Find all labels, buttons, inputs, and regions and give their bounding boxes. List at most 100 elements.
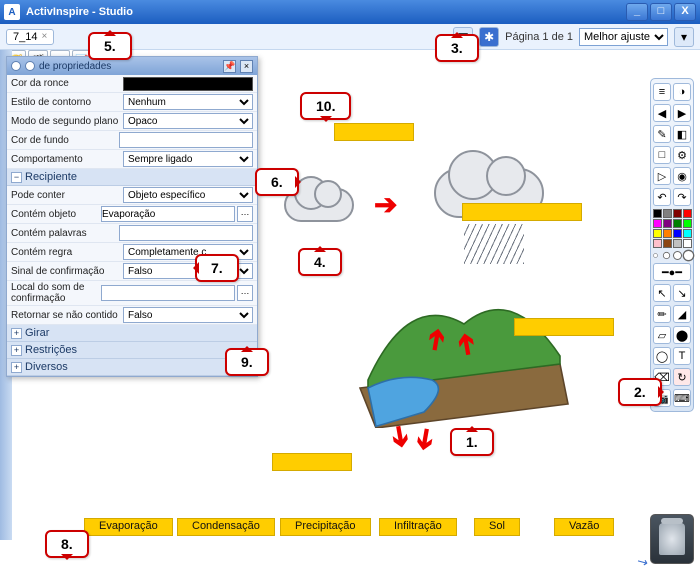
vote-icon[interactable]: ◉ xyxy=(673,167,691,185)
page-indicator: Página 1 de 1 xyxy=(505,31,573,43)
maximize-button[interactable]: □ xyxy=(650,3,672,21)
section-header-girar[interactable]: +Girar xyxy=(7,325,257,342)
color-swatch[interactable] xyxy=(673,229,682,238)
expand-icon[interactable]: + xyxy=(11,328,22,339)
background-color-input[interactable] xyxy=(119,132,253,148)
stroke-width-picker[interactable] xyxy=(651,251,693,260)
prev-page-icon[interactable]: ◀ xyxy=(653,104,671,122)
window-titlebar: A ActivInspire - Studio _ □ X xyxy=(0,0,700,24)
callout-3: 3. xyxy=(435,34,479,62)
pin-icon[interactable]: 📌 xyxy=(223,60,236,73)
callout-4: 4. xyxy=(298,248,342,276)
text-tool-icon[interactable]: T xyxy=(673,347,691,365)
prop-label: Cor da ronce xyxy=(11,78,123,89)
word-label[interactable]: Infiltração xyxy=(379,518,457,536)
slider-icon[interactable]: ━●━ xyxy=(653,263,691,281)
undo-icon[interactable]: ↶ xyxy=(653,188,671,206)
sound-location-input[interactable] xyxy=(101,285,235,301)
color-swatch-input[interactable] xyxy=(123,77,253,91)
resize-handle-icon[interactable]: ↘ xyxy=(634,552,651,571)
trash-bin[interactable] xyxy=(650,514,694,564)
contains-object-input[interactable] xyxy=(101,206,235,222)
color-swatch[interactable] xyxy=(653,229,662,238)
word-label[interactable]: Evaporação xyxy=(84,518,173,536)
redo-icon[interactable]: ↷ xyxy=(673,188,691,206)
collapse-icon[interactable]: − xyxy=(11,172,22,183)
main-toolbox: ≡ ◑ ◀ ▶ ✎ ◧ □ ⚙ ▷ ◉ ↶ ↷ ━●━ ↖↘ ✏◢ ▱⬤ ◯T … xyxy=(650,78,694,412)
word-label[interactable]: Precipitação xyxy=(280,518,371,536)
outline-style-select[interactable]: Nenhum xyxy=(123,94,253,110)
can-contain-select[interactable]: Objeto específico xyxy=(123,187,253,203)
arrow-down-icon: ➔ xyxy=(407,425,444,454)
rain-icon xyxy=(464,224,524,264)
reset-tool-icon[interactable]: ↻ xyxy=(673,368,691,386)
expand-icon[interactable]: + xyxy=(11,345,22,356)
color-swatch[interactable] xyxy=(653,239,662,248)
callout-9: 9. xyxy=(225,348,269,376)
panel-close-icon[interactable]: × xyxy=(240,60,253,73)
page-tab[interactable]: 7_14 × xyxy=(6,29,54,45)
color-swatch[interactable] xyxy=(663,229,672,238)
select-tool-icon[interactable]: ↖ xyxy=(653,284,671,302)
annotate-desktop-icon[interactable]: □ xyxy=(653,146,671,164)
color-swatches xyxy=(653,209,692,248)
toolbox-menu-icon[interactable]: ≡ xyxy=(653,83,671,101)
minimize-button[interactable]: _ xyxy=(626,3,648,21)
next-page-icon[interactable]: ▶ xyxy=(673,104,691,122)
color-swatch[interactable] xyxy=(663,219,672,228)
section-header-restricoes[interactable]: +Restrições xyxy=(7,342,257,359)
color-swatch[interactable] xyxy=(673,209,682,218)
contains-words-input[interactable] xyxy=(119,225,253,241)
drop-target[interactable] xyxy=(514,318,614,336)
properties-body: Cor da ronce Estilo de contornoNenhum Mo… xyxy=(7,75,257,376)
play-icon[interactable]: ▷ xyxy=(653,167,671,185)
color-picker-icon[interactable]: ◧ xyxy=(673,125,691,143)
zoom-dropdown-icon[interactable]: ▾ xyxy=(674,27,694,47)
drop-target[interactable] xyxy=(462,203,582,221)
keyboard-tool-icon[interactable]: ⌨ xyxy=(673,389,691,407)
eraser-tool-icon[interactable]: ▱ xyxy=(653,326,671,344)
fill-tool-icon[interactable]: ⬤ xyxy=(673,326,691,344)
expand-icon[interactable]: + xyxy=(11,362,22,373)
reset-page-icon[interactable]: ✱ xyxy=(479,27,499,47)
design-mode-icon[interactable]: ✎ xyxy=(653,125,671,143)
toolbox-collapse-icon[interactable]: ◑ xyxy=(673,83,691,101)
word-label[interactable]: Condensação xyxy=(177,518,275,536)
pen-tool-icon[interactable]: ✏ xyxy=(653,305,671,323)
zoom-select[interactable]: Melhor ajuste xyxy=(579,28,668,46)
callout-7: 7. xyxy=(195,254,239,282)
color-swatch[interactable] xyxy=(683,239,692,248)
word-label[interactable]: Vazão xyxy=(554,518,614,536)
highlighter-tool-icon[interactable]: ◢ xyxy=(673,305,691,323)
browse-object-button[interactable]: … xyxy=(237,206,253,222)
prop-label: Contém objeto xyxy=(11,209,101,220)
shape-tool-icon[interactable]: ◯ xyxy=(653,347,671,365)
callout-6: 6. xyxy=(255,168,299,196)
color-swatch[interactable] xyxy=(673,239,682,248)
properties-panel-header[interactable]: de propriedades 📌 × xyxy=(7,57,257,75)
color-swatch[interactable] xyxy=(683,219,692,228)
color-swatch[interactable] xyxy=(663,209,672,218)
color-swatch[interactable] xyxy=(663,239,672,248)
drop-target[interactable] xyxy=(272,453,352,471)
page-tab-close-icon[interactable]: × xyxy=(41,31,47,42)
background-mode-select[interactable]: Opaco xyxy=(123,113,253,129)
panel-grip-icon[interactable] xyxy=(11,61,21,71)
tools-menu-icon[interactable]: ⚙ xyxy=(673,146,691,164)
drop-target[interactable] xyxy=(334,123,414,141)
word-label[interactable]: Sol xyxy=(474,518,520,536)
color-swatch[interactable] xyxy=(673,219,682,228)
section-header-diversos[interactable]: +Diversos xyxy=(7,359,257,376)
browse-sound-button[interactable]: … xyxy=(237,285,253,301)
return-if-not-contained-select[interactable]: Falso xyxy=(123,307,253,323)
section-header-recipiente[interactable]: −Recipiente xyxy=(7,169,257,186)
color-swatch[interactable] xyxy=(683,209,692,218)
panel-grip-icon[interactable] xyxy=(25,61,35,71)
color-swatch[interactable] xyxy=(683,229,692,238)
color-swatch[interactable] xyxy=(653,209,662,218)
color-swatch[interactable] xyxy=(653,219,662,228)
prop-label: Pode conter xyxy=(11,190,123,201)
connector-tool-icon[interactable]: ↘ xyxy=(673,284,691,302)
behaviour-select[interactable]: Sempre ligado xyxy=(123,151,253,167)
close-button[interactable]: X xyxy=(674,3,696,21)
